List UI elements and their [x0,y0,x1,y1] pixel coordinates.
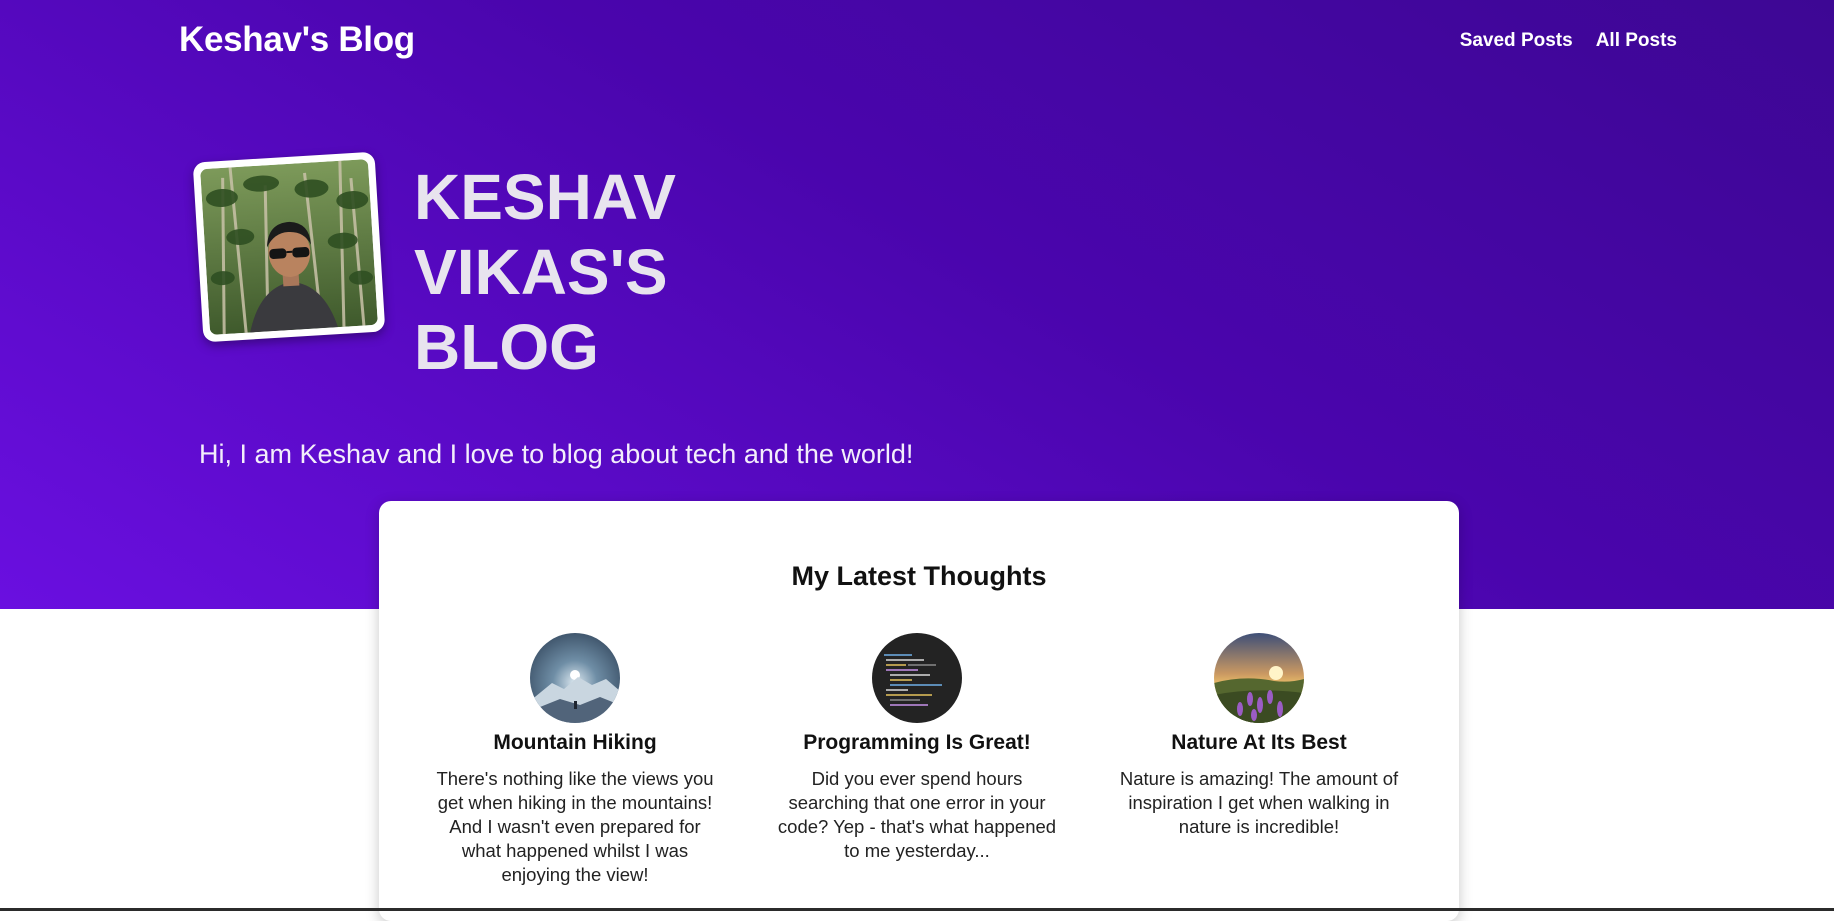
hero-title: KESHAV VIKAS'S BLOG [414,160,794,385]
main-nav: Saved Posts All Posts [1460,30,1677,52]
latest-posts-heading: My Latest Thoughts [379,561,1459,592]
profile-photo [200,159,378,335]
hero-title-line: VIKAS'S [414,236,668,308]
code-screen-photo-icon [872,633,962,723]
post-title: Mountain Hiking [429,731,721,755]
latest-posts-card: My Latest Thoughts Mountain Hiking There… [379,501,1459,921]
post-excerpt: Nature is amazing! The amount of inspira… [1113,767,1405,839]
hero-title-line: KESHAV [414,161,676,233]
profile-photo-frame [193,152,386,343]
post-title: Nature At Its Best [1113,731,1405,755]
post-excerpt: There's nothing like the views you get w… [429,767,721,887]
site-brand-link[interactable]: Keshav's Blog [179,20,415,60]
nav-saved-posts[interactable]: Saved Posts [1460,30,1573,52]
post-excerpt: Did you ever spend hours searching that … [771,767,1063,863]
post-title: Programming Is Great! [771,731,1063,755]
post-card-mountain-hiking[interactable]: Mountain Hiking There's nothing like the… [429,633,721,887]
post-card-programming[interactable]: Programming Is Great! Did you ever spend… [771,633,1063,863]
hero-title-line: BLOG [414,311,599,383]
flower-field-photo-icon [1214,633,1304,723]
nav-all-posts[interactable]: All Posts [1596,30,1677,52]
post-card-nature[interactable]: Nature At Its Best Nature is amazing! Th… [1113,633,1405,839]
hero-tagline: Hi, I am Keshav and I love to blog about… [199,439,913,470]
mountain-photo-icon [530,633,620,723]
